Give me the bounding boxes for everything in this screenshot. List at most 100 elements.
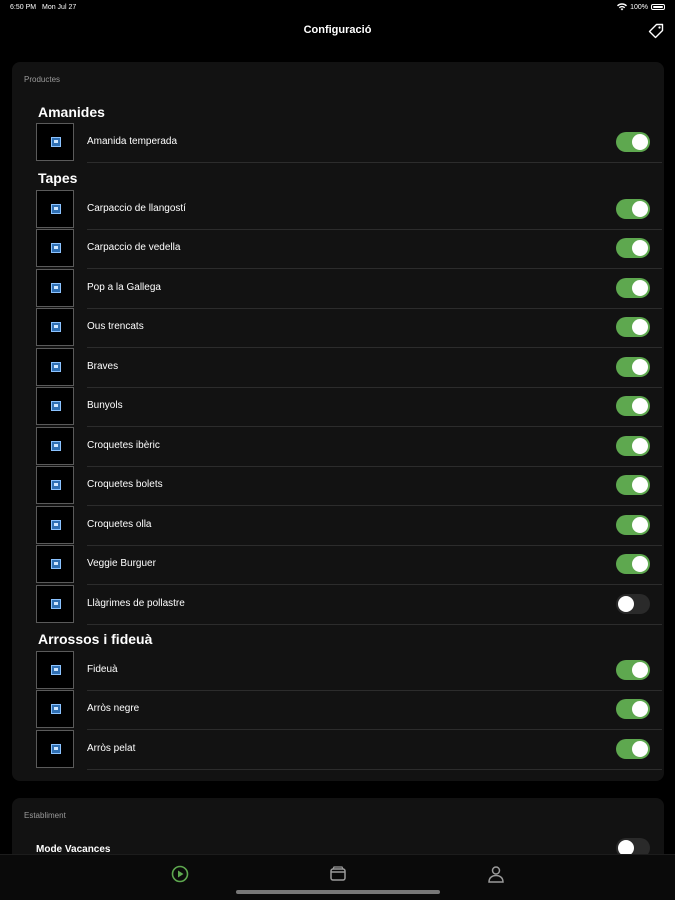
product-row: Amanida temperada [36,122,662,163]
play-circle-icon[interactable] [169,863,191,885]
image-placeholder-icon [51,362,61,372]
product-toggle[interactable] [616,357,650,377]
product-toggle[interactable] [616,475,650,495]
product-name: Bunyols [87,400,123,411]
product-toggle[interactable] [616,699,650,719]
status-bar: 6:50 PM Mon Jul 27 100% [0,0,675,16]
product-toggle[interactable] [616,554,650,574]
toggle-knob [632,741,648,757]
image-placeholder-icon [51,322,61,332]
toggle-knob [632,201,648,217]
product-image [36,190,74,228]
product-toggle[interactable] [616,436,650,456]
product-row: Pop a la Gallega [36,268,662,309]
battery-percent: 100% [630,3,648,11]
status-time: 6:50 PM [10,4,37,11]
establishment-header: Establiment [24,811,66,820]
image-placeholder-icon [51,559,61,569]
image-placeholder-icon [51,401,61,411]
product-image [36,269,74,307]
battery-icon [651,4,665,10]
product-name: Ous trencats [87,321,144,332]
product-row: Croquetes ibèric [36,426,662,467]
product-name: Pop a la Gallega [87,282,161,293]
product-toggle[interactable] [616,739,650,759]
product-name: Fideuà [87,664,118,675]
product-toggle[interactable] [616,660,650,680]
toggle-knob [632,398,648,414]
product-row: Carpaccio de vedella [36,228,662,269]
product-name: Carpaccio de llangostí [87,203,186,214]
product-name: Arròs negre [87,703,140,714]
product-image [36,585,74,623]
toggle-knob [632,359,648,375]
image-placeholder-icon [51,283,61,293]
product-toggle[interactable] [616,317,650,337]
product-toggle[interactable] [616,278,650,298]
product-row: Ous trencats [36,307,662,348]
image-placeholder-icon [51,204,61,214]
product-name: Braves [87,361,119,372]
product-image [36,545,74,583]
wifi-icon [617,3,628,11]
product-image [36,229,74,267]
product-toggle[interactable] [616,594,650,614]
image-placeholder-icon [51,744,61,754]
product-row: Carpaccio de llangostí [36,189,662,230]
product-row: Bunyols [36,386,662,427]
product-image [36,427,74,465]
products-header: Productes [24,75,61,84]
toggle-knob [632,701,648,717]
toggle-knob [632,477,648,493]
product-toggle[interactable] [616,396,650,416]
product-name: Arròs pelat [87,743,136,754]
product-toggle[interactable] [616,132,650,152]
category-amanides: Amanides [38,104,105,120]
tab-bar [0,854,675,900]
person-icon[interactable] [485,863,507,885]
product-toggle[interactable] [616,238,650,258]
image-placeholder-icon [51,520,61,530]
product-name: Croquetes bolets [87,479,163,490]
image-placeholder-icon [51,441,61,451]
divider [87,624,662,625]
product-row: Fideuà [36,650,662,691]
toggle-knob [632,134,648,150]
toggle-knob [632,240,648,256]
product-name: Veggie Burguer [87,558,156,569]
product-row: Braves [36,347,662,388]
status-indicators: 100% [617,3,665,11]
toggle-knob [632,319,648,335]
product-name: Croquetes ibèric [87,440,160,451]
toggle-knob [632,517,648,533]
image-placeholder-icon [51,243,61,253]
product-image [36,308,74,346]
product-toggle[interactable] [616,199,650,219]
divider [87,162,662,163]
toggle-knob [632,662,648,678]
image-placeholder-icon [51,665,61,675]
toggle-knob [632,438,648,454]
tag-icon[interactable] [647,22,665,40]
home-indicator[interactable] [236,890,440,894]
page-title: Configuració [303,24,372,36]
product-image [36,348,74,386]
product-image [36,387,74,425]
product-row: Veggie Burguer [36,544,662,585]
wallet-icon[interactable] [327,863,349,885]
product-row: Arròs negre [36,689,662,730]
product-image [36,506,74,544]
product-row: Croquetes bolets [36,465,662,506]
product-image [36,651,74,689]
image-placeholder-icon [51,137,61,147]
image-placeholder-icon [51,599,61,609]
product-row: Llàgrimes de pollastre [36,584,662,625]
product-name: Croquetes olla [87,519,152,530]
category-arrossos: Arrossos i fideuà [38,631,153,647]
product-image [36,730,74,768]
toggle-knob [618,596,634,612]
product-name: Llàgrimes de pollastre [87,598,185,609]
product-toggle[interactable] [616,515,650,535]
divider [87,769,662,770]
product-name: Carpaccio de vedella [87,242,181,253]
